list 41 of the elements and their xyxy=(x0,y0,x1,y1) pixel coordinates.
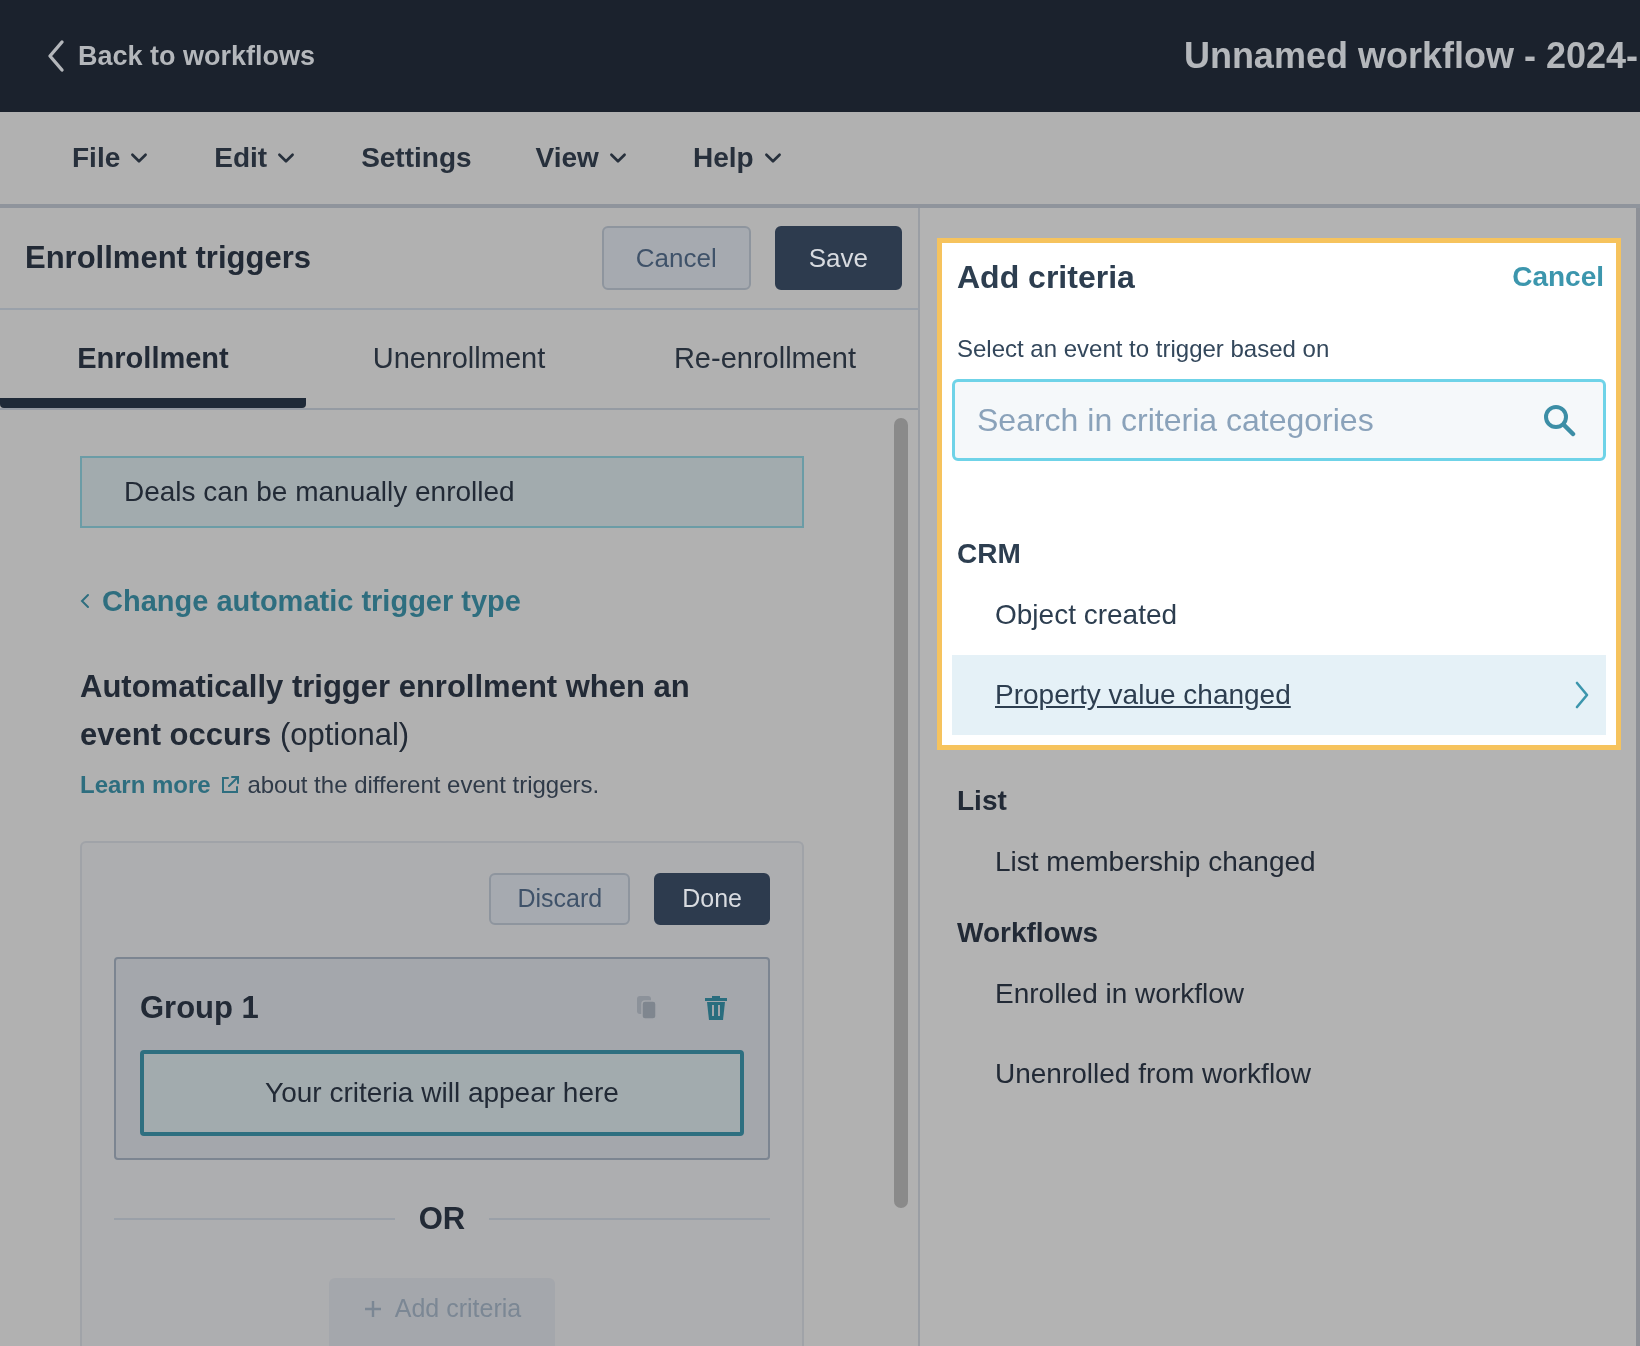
scrollbar-thumb[interactable] xyxy=(894,418,908,1208)
menu-item[interactable]: Edit xyxy=(214,137,298,179)
cancel-link[interactable]: Cancel xyxy=(1512,256,1604,298)
chevron-right-icon xyxy=(1574,680,1590,710)
workflow-title: Unnamed workflow - 2024- xyxy=(1183,34,1639,78)
plus-icon xyxy=(362,1299,383,1319)
cancel-button[interactable]: Cancel xyxy=(601,226,751,290)
tab[interactable]: Re-enrollment xyxy=(612,310,918,408)
done-button[interactable]: Done xyxy=(654,873,770,925)
category-heading: List xyxy=(956,784,1008,818)
subtitle: Select an event to trigger based on xyxy=(956,334,1331,364)
discard-button[interactable]: Discard xyxy=(489,873,631,925)
criteria-option[interactable]: Object created xyxy=(952,575,1606,655)
search-field[interactable]: Search in criteria categories xyxy=(952,379,1606,461)
menu-item[interactable]: Help xyxy=(692,137,784,179)
criteria-option[interactable]: Unenrolled from workflow xyxy=(952,1034,1606,1114)
help-text: Learn more about the different event triggers. xyxy=(80,767,804,803)
search-icon xyxy=(1542,403,1576,437)
criteria-option[interactable]: Property value changed xyxy=(952,655,1606,735)
info-banner: Deals can be manually enrolled xyxy=(80,456,804,528)
criteria-option[interactable]: Enrolled in workflow xyxy=(952,954,1606,1034)
panel-title: Add criteria xyxy=(957,258,1135,297)
back-link[interactable]: Back to workflows xyxy=(46,35,316,77)
menu-item[interactable]: View xyxy=(535,137,629,179)
group-title: Group 1 xyxy=(140,989,259,1027)
tab[interactable]: Unenrollment xyxy=(306,310,612,408)
panel-title: Enrollment triggers xyxy=(25,238,311,277)
category-heading: CRM xyxy=(956,537,1022,571)
trash-icon[interactable] xyxy=(704,994,728,1023)
back-chevron-icon xyxy=(46,39,66,73)
menu-item[interactable]: File xyxy=(72,137,151,179)
tab[interactable]: Enrollment xyxy=(0,310,306,408)
or-separator: OR xyxy=(418,1199,466,1238)
menu-item[interactable]: Settings xyxy=(361,137,472,179)
criteria-option[interactable]: List membership changed xyxy=(952,822,1606,902)
copy-icon[interactable] xyxy=(636,995,658,1022)
criteria-input-field[interactable]: Your criteria will appear here xyxy=(140,1049,744,1136)
save-button[interactable]: Save xyxy=(774,226,902,290)
category-heading: Workflows xyxy=(956,916,1100,950)
chevron-left-icon xyxy=(80,593,90,610)
section-heading: Automatically trigger enrollment when an event occurs (optional) xyxy=(80,668,691,754)
